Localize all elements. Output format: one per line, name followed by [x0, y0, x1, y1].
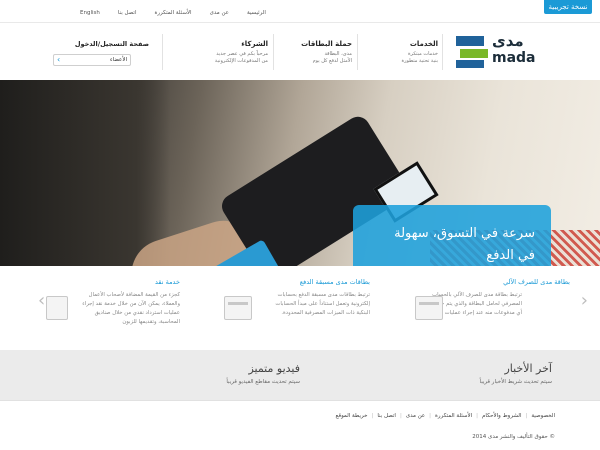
footer-link-sitemap[interactable]: خريطة الموقع — [336, 413, 368, 419]
feature-title: بطاقات مدى مسبقة الدفع — [299, 278, 370, 286]
copyright: © حقوق التأليف والنشر مدى 2014 — [472, 434, 555, 440]
nav-partners-title: الشركاء — [241, 40, 268, 48]
video-title: فيديو متميز — [248, 362, 300, 375]
footer: الخصوصية | الشروط والأحكام | الأسئلة المتك… — [0, 400, 600, 450]
feature-desc: كجزء من القيمة المضافة لأصحاب الأعمال وا… — [82, 292, 180, 325]
nav-services[interactable]: الخدمات خدمات مبتكرة بنية تحتية متطورة — [378, 40, 439, 65]
footer-link-privacy[interactable]: الخصوصية — [531, 413, 555, 419]
footer-link-about[interactable]: عن مدى — [406, 413, 425, 419]
nav-services-desc: بنية تحتية متطورة — [401, 58, 439, 64]
features-carousel: › ‹ بطاقة مدى للصرف الآلي ترتبط بطاقة مد… — [0, 266, 600, 350]
top-nav-about[interactable]: عن مدى — [210, 10, 229, 16]
pos-terminal-icon — [46, 296, 68, 320]
login-section: صفحة التسجيل/الدخول ‹ الأعضاء — [53, 40, 149, 66]
divider — [273, 34, 274, 70]
feature-prepaid-card[interactable]: بطاقات مدى مسبقة الدفع ترتبط بطاقات مدى … — [224, 278, 370, 320]
beta-badge: نسخة تجريبية — [544, 0, 592, 14]
feature-cash[interactable]: خدمة نقد كجزء من القيمة المضافة لأصحاب ا… — [40, 278, 180, 327]
footer-link-contact[interactable]: اتصل بنا — [377, 413, 396, 419]
feature-title: خدمة نقد — [155, 278, 180, 286]
hero-photo-shade — [0, 80, 170, 266]
chevron-left-icon: ‹ — [57, 55, 61, 64]
video-subtitle: سيتم تحديث مقاطع الفيديو قريباً — [226, 379, 300, 385]
footer-link-faq[interactable]: الأسئلة المتكررة — [435, 413, 472, 419]
nav-partners-desc: مرحباً بكم في عصر جديد — [216, 51, 268, 57]
top-nav: English اتصل بنا الأسئلة المتكررة عن مدى… — [80, 10, 266, 16]
news-block[interactable]: آخر الأخبار سيتم تحديث شريط الأخبار قريب… — [480, 362, 552, 385]
divider — [162, 34, 163, 70]
news-title: آخر الأخبار — [504, 362, 552, 375]
chevron-right-icon[interactable]: › — [581, 290, 588, 311]
header: مدى mada الخدمات خدمات مبتكرة بنية تحتية… — [0, 22, 600, 80]
prepaid-card-icon — [224, 296, 252, 320]
nav-services-desc: خدمات مبتكرة — [407, 51, 438, 57]
hero-banner[interactable]: سرعة في التسوق، سهولة في الدفع — [0, 80, 600, 266]
top-nav-home[interactable]: الرئيسية — [247, 10, 266, 16]
top-nav-english[interactable]: English — [80, 10, 100, 16]
nav-partners-desc: من المدفوعات الإلكترونية — [214, 58, 268, 64]
footer-links: الخصوصية | الشروط والأحكام | الأسئلة المتك… — [335, 413, 555, 419]
nav-campaign-title: حملة البطاقات — [301, 40, 352, 48]
nav-services-title: الخدمات — [409, 40, 438, 48]
news-subtitle: سيتم تحديث شريط الأخبار قريباً — [479, 379, 552, 385]
feature-desc: ترتبط بطاقات مدى مسبقة الدفع بحسابات إلك… — [275, 292, 370, 316]
login-title[interactable]: صفحة التسجيل/الدخول — [53, 40, 149, 48]
feature-debit-card[interactable]: بطاقة مدى للصرف الآلي ترتبط بطاقة مدى لل… — [415, 278, 570, 320]
nav-partners[interactable]: الشركاء مرحباً بكم في عصر جديد من المدفو… — [178, 40, 268, 65]
top-nav-faq[interactable]: الأسئلة المتكررة — [154, 10, 191, 16]
logo-arabic: مدى — [492, 32, 524, 50]
members-label: الأعضاء — [110, 57, 127, 63]
hero-line1: سرعة في التسوق، سهولة — [394, 226, 535, 241]
hero-line2: في الدفع — [486, 248, 535, 263]
top-nav-contact[interactable]: اتصل بنا — [118, 10, 137, 16]
nav-campaign-desc: الأمثل لدفع كل يوم — [312, 58, 352, 64]
card-icon — [415, 296, 443, 320]
nav-campaign[interactable]: حملة البطاقات مدى، البطاقة الأمثل لدفع ك… — [282, 40, 352, 65]
members-login-button[interactable]: ‹ الأعضاء — [53, 54, 131, 66]
logo-english: mada — [492, 50, 536, 66]
footer-link-terms[interactable]: الشروط والأحكام — [482, 413, 521, 419]
mada-logo[interactable]: مدى mada — [456, 32, 556, 70]
video-block[interactable]: فيديو متميز سيتم تحديث مقاطع الفيديو قري… — [226, 362, 300, 385]
hero-callout: سرعة في التسوق، سهولة في الدفع — [353, 205, 551, 266]
divider — [357, 34, 358, 70]
divider — [442, 34, 443, 70]
nav-campaign-desc: مدى، البطاقة — [324, 51, 352, 57]
news-video-band: آخر الأخبار سيتم تحديث شريط الأخبار قريب… — [0, 350, 600, 400]
feature-title: بطاقة مدى للصرف الآلي — [503, 278, 570, 286]
mada-logo-mark — [456, 36, 488, 68]
